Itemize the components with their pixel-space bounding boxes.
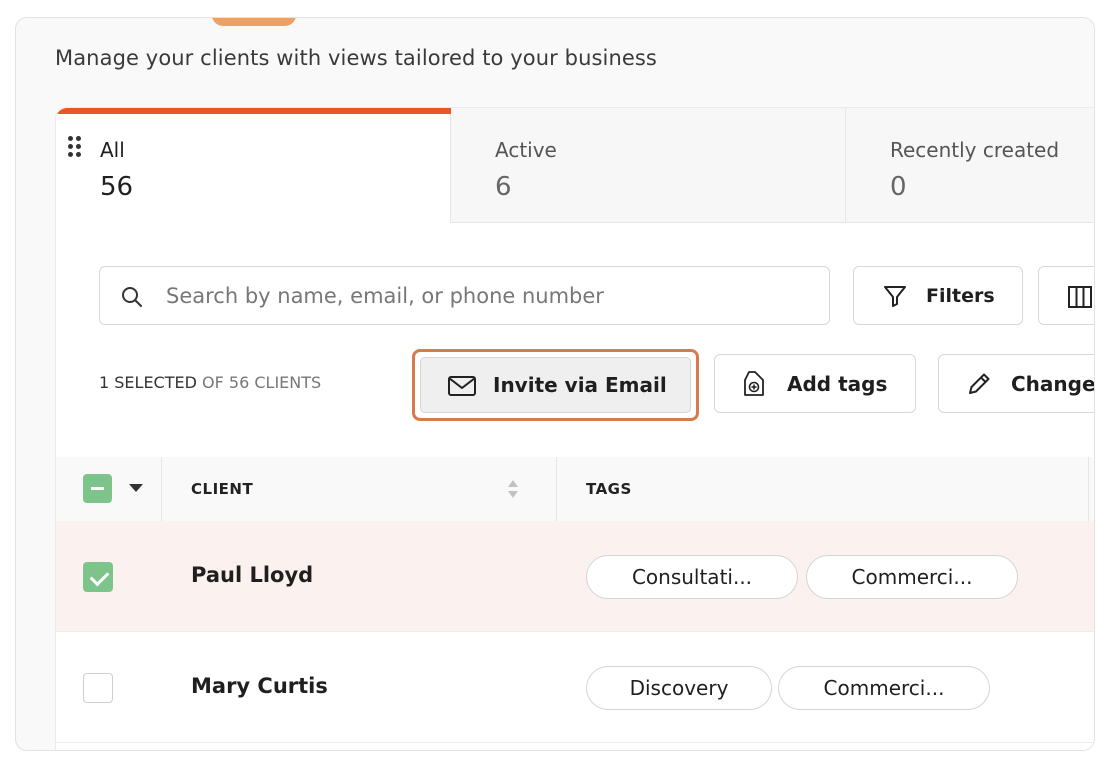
client-name[interactable]: Mary Curtis [191,674,328,698]
tag-chip: Commerci... [778,666,990,710]
change-button[interactable]: Change [938,354,1095,413]
chevron-down-icon[interactable] [129,484,143,492]
search-input[interactable] [166,277,806,315]
change-label: Change [1011,372,1095,396]
columns-icon [1068,286,1092,308]
envelope-icon [448,376,476,396]
clients-table: CLIENT TAGS Paul Lloyd Consultati... Com… [56,457,1094,743]
tag-chip: Commerci... [806,555,1018,599]
tab-all-count: 56 [100,172,134,202]
tab-active-label: Active [495,138,557,162]
invite-via-email-label: Invite via Email [493,373,667,397]
drag-handle-icon[interactable] [68,136,82,160]
row-checkbox[interactable] [83,562,113,592]
view-tabs: All 56 Active 6 Recently created 0 [56,108,1094,223]
selected-count: 1 SELECTED OF 56 CLIENTS [99,373,321,392]
search-icon [122,287,142,307]
add-tags-label: Add tags [787,372,888,396]
selected-count-strong: 1 SELECTED [99,373,197,392]
page-subtitle: Manage your clients with views tailored … [55,46,657,70]
filters-label: Filters [926,285,995,307]
clients-panel: All 56 Active 6 Recently created 0 Searc… [55,107,1095,750]
tab-recently-created-label: Recently created [890,138,1060,162]
clients-card: Manage your clients with views tailored … [15,17,1095,751]
tab-active[interactable]: Active 6 [451,108,846,223]
column-header-tags: TAGS [586,480,632,498]
tag-add-icon [744,371,764,396]
filters-button[interactable]: Filters [853,266,1023,325]
tab-all[interactable]: All 56 [56,108,451,223]
column-divider [1088,457,1089,521]
tag-chip: Discovery [586,666,772,710]
filter-icon [884,286,906,307]
search-box[interactable] [99,266,830,325]
table-header: CLIENT TAGS [56,457,1094,521]
column-header-client[interactable]: CLIENT [191,480,253,498]
pencil-icon [969,373,990,394]
invite-via-email-button[interactable]: Invite via Email [420,357,691,413]
column-divider [556,457,557,521]
add-tags-button[interactable]: Add tags [714,354,916,413]
select-all-checkbox[interactable] [83,474,112,503]
columns-button[interactable] [1038,266,1094,325]
tab-recently-created[interactable]: Recently created 0 [846,108,1094,223]
column-divider [161,457,162,521]
client-name[interactable]: Paul Lloyd [191,563,313,587]
top-accent-badge [212,18,296,26]
table-row[interactable]: Paul Lloyd Consultati... Commerci... [56,521,1094,632]
selected-count-rest: OF 56 CLIENTS [196,373,322,392]
tab-active-count: 6 [495,172,512,202]
tag-chip: Consultati... [586,555,798,599]
row-checkbox[interactable] [83,673,113,703]
sort-icon[interactable] [507,478,519,500]
tab-recently-created-count: 0 [890,172,907,202]
tab-all-label: All [100,138,125,162]
table-row[interactable]: Mary Curtis Discovery Commerci... [56,632,1094,743]
